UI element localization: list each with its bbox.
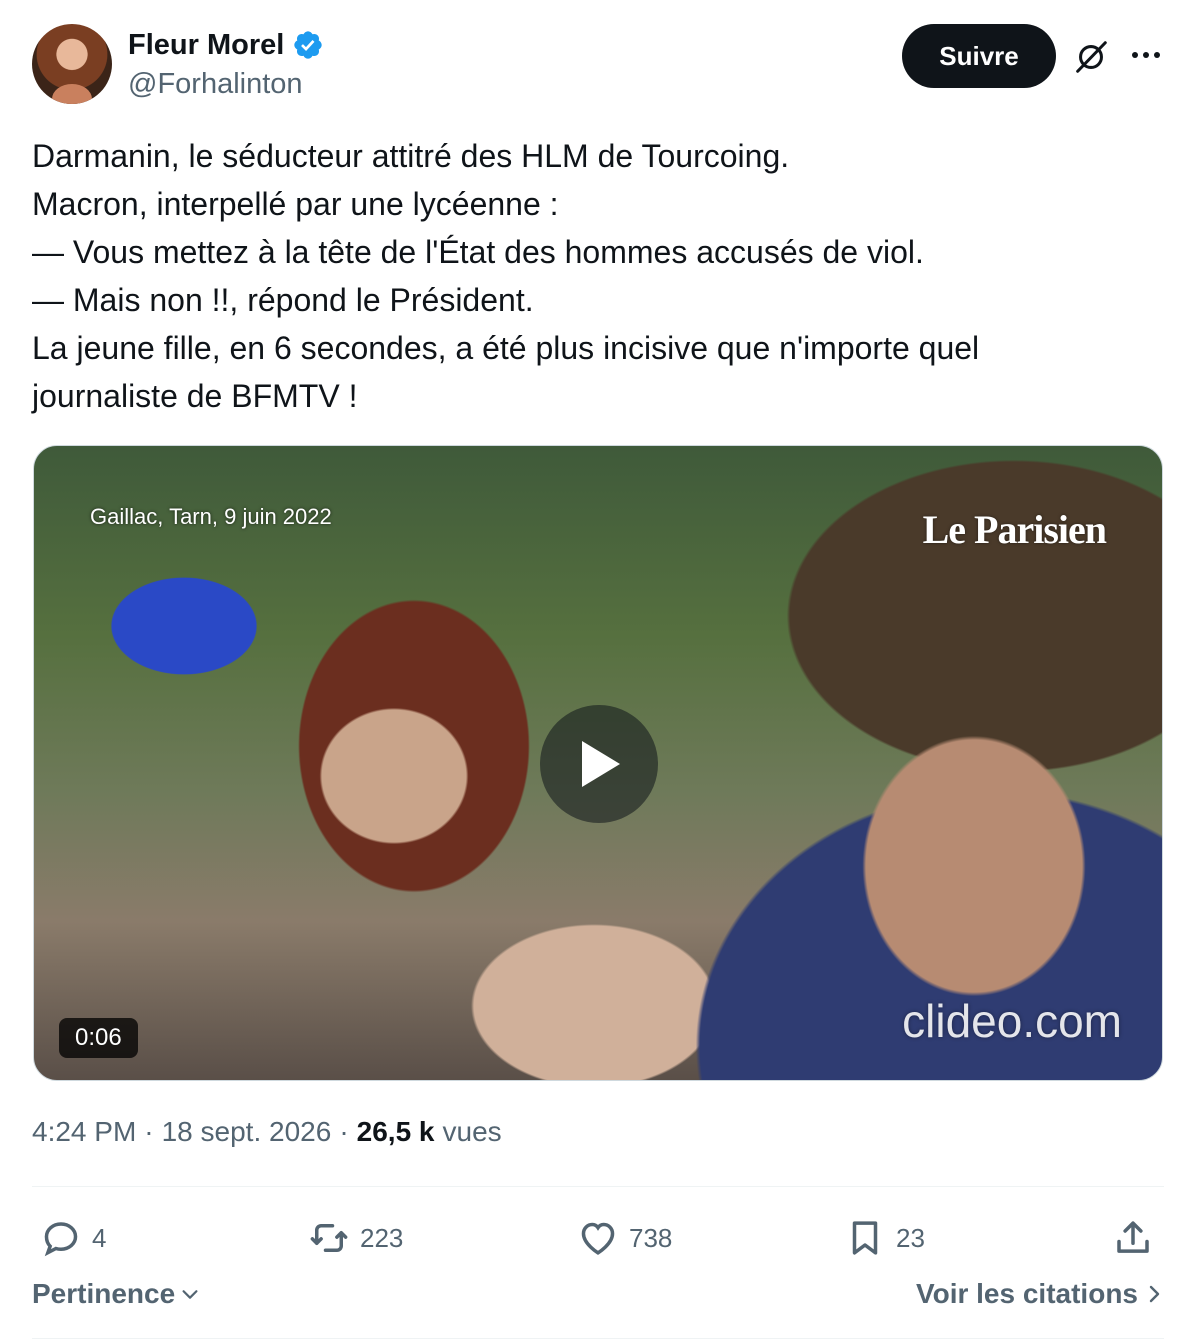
play-icon <box>582 741 620 787</box>
chevron-down-icon <box>182 1290 198 1299</box>
sort-dropdown[interactable]: Pertinence <box>32 1278 201 1310</box>
sort-label: Pertinence <box>32 1278 176 1309</box>
replies-toolbar: Pertinence Voir les citations <box>32 1278 1164 1322</box>
tweet-text: Darmanin, le séducteur attitré des HLM d… <box>32 132 1164 420</box>
video-watermark: clideo.com <box>902 995 1122 1047</box>
video-duration-badge: 0:06 <box>59 1018 138 1058</box>
tweet-line: — Vous mettez à la tête de l'État des ho… <box>32 234 924 270</box>
tweet-line: Macron, interpellé par une lycéenne : <box>32 186 559 222</box>
video-player[interactable]: Gaillac, Tarn, 9 juin 2022 Le Parisien c… <box>33 445 1163 1081</box>
meta-separator: · <box>339 1116 349 1147</box>
heart-icon <box>581 1222 615 1255</box>
reply-count: 4 <box>92 1222 107 1253</box>
video-dateline: Gaillac, Tarn, 9 juin 2022 <box>90 504 332 529</box>
video-brand-logo: Le Parisien <box>922 507 1107 552</box>
action-bar: 4 223 738 23 <box>32 1206 1164 1270</box>
reply-button[interactable]: 4 <box>40 1206 106 1270</box>
divider <box>32 1186 1164 1187</box>
verified-badge-icon[interactable] <box>292 29 324 61</box>
bookmark-count: 23 <box>896 1222 925 1253</box>
like-count: 738 <box>629 1222 673 1253</box>
reply-icon <box>44 1222 78 1257</box>
like-button[interactable]: 738 <box>577 1206 672 1270</box>
tweet-line: La jeune fille, en 6 secondes, a été plu… <box>32 330 980 366</box>
tweet-line: journaliste de BFMTV ! <box>32 378 358 414</box>
tweet-line: — Mais non !!, répond le Président. <box>32 282 534 318</box>
more-icon[interactable] <box>1128 40 1164 70</box>
chevron-right-icon <box>1149 1285 1160 1303</box>
tweet-time[interactable]: 4:24 PM <box>32 1116 136 1148</box>
repost-button[interactable]: 223 <box>308 1206 403 1270</box>
play-button[interactable] <box>540 705 658 823</box>
tweet-meta: 4:24 PM · 18 sept. 2026 · 26,5 k vues <box>32 1116 502 1148</box>
share-icon <box>1117 1221 1149 1253</box>
author-handle[interactable]: @Forhalinton <box>128 68 303 101</box>
meta-separator: · <box>144 1116 154 1147</box>
author-avatar[interactable] <box>32 24 112 104</box>
repost-count: 223 <box>360 1222 404 1253</box>
view-quotes-link[interactable]: Voir les citations <box>916 1278 1164 1310</box>
share-button[interactable] <box>1112 1206 1154 1270</box>
bookmark-icon <box>852 1221 878 1255</box>
repost-icon <box>310 1224 348 1252</box>
bookmark-button[interactable]: 23 <box>844 1206 925 1270</box>
quotes-label: Voir les citations <box>916 1278 1138 1309</box>
author-name-row: Fleur Morel <box>128 28 324 62</box>
tweet-line: Darmanin, le séducteur attitré des HLM d… <box>32 138 790 174</box>
author-display-name[interactable]: Fleur Morel <box>128 28 284 62</box>
views-count: 26,5 k <box>356 1116 435 1147</box>
views-label: vues <box>442 1116 502 1147</box>
grok-icon[interactable] <box>1072 38 1110 76</box>
follow-button[interactable]: Suivre <box>902 24 1056 88</box>
tweet-date[interactable]: 18 sept. 2026 <box>162 1116 332 1148</box>
divider <box>32 1338 1164 1339</box>
